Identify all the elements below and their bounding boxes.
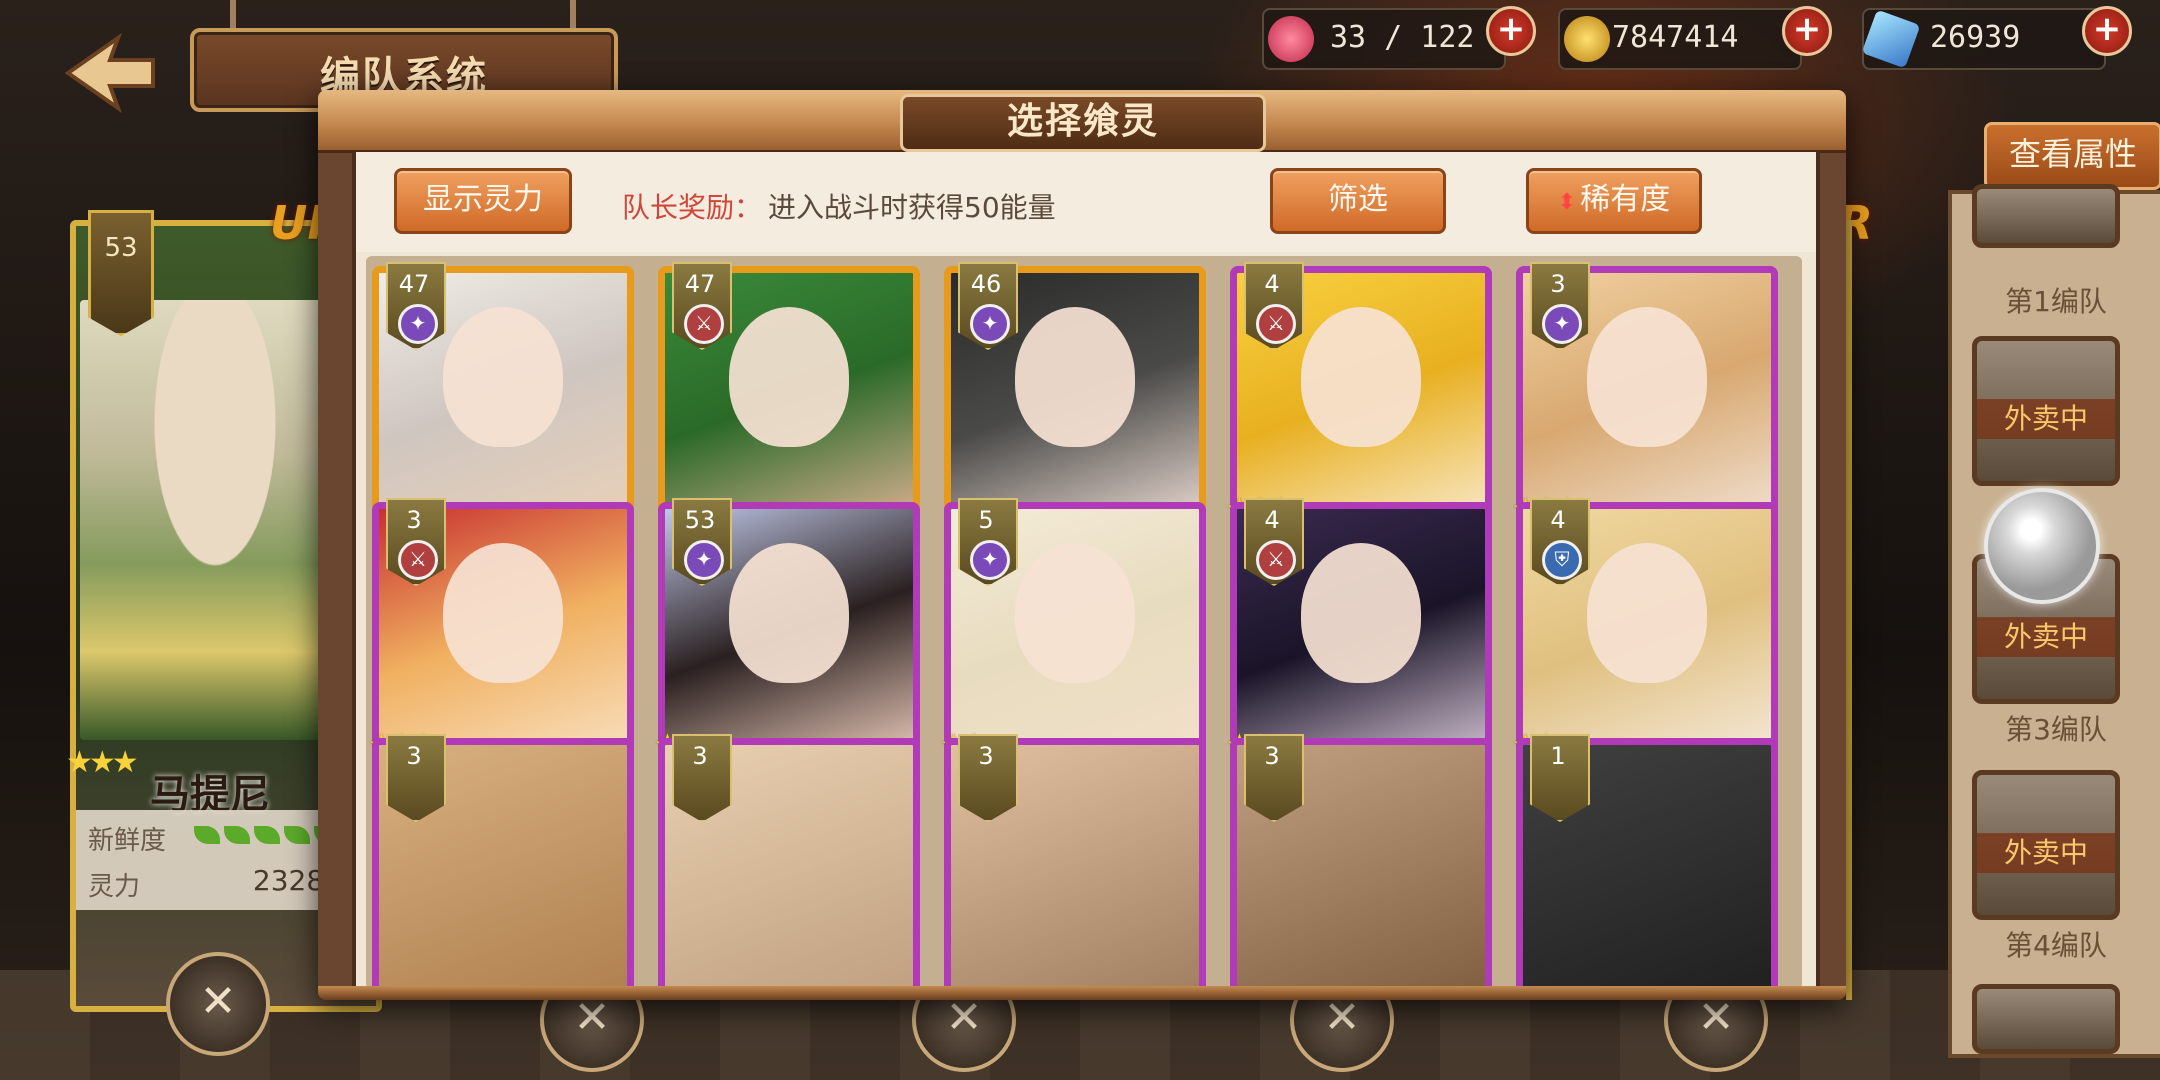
character-face xyxy=(1587,543,1707,684)
hearts-value: 33 / 122 xyxy=(1330,20,1475,55)
back-arrow-icon xyxy=(64,32,155,114)
magic-type-icon: ✦ xyxy=(398,304,438,344)
team-label-3: 第3编队 xyxy=(2005,713,2107,746)
add-crystal-button[interactable]: + xyxy=(2082,6,2132,56)
team-label-4: 第4编队 xyxy=(2005,929,2107,962)
team-slot-2[interactable]: 外卖中 xyxy=(1972,336,2120,486)
magic-type-icon: ✦ xyxy=(970,304,1010,344)
freshness-label: 新鲜度 xyxy=(88,826,167,856)
attack-type-icon: ⚔ xyxy=(684,304,724,344)
hero-level: 53 xyxy=(104,233,138,263)
crystal-value: 26939 xyxy=(1930,20,2021,55)
character-level: 3 xyxy=(1550,270,1566,298)
heart-icon xyxy=(1268,16,1314,62)
character-face xyxy=(443,307,563,448)
view-properties-button[interactable]: 查看属性 xyxy=(1984,122,2160,190)
leaf-icon xyxy=(224,826,250,844)
character-level: 5 xyxy=(978,506,994,534)
character-level: 47 xyxy=(684,270,716,298)
character-card[interactable]: 3 xyxy=(372,734,634,990)
magic-type-icon: ✦ xyxy=(970,540,1010,580)
character-level: 53 xyxy=(684,506,716,534)
back-button[interactable] xyxy=(48,28,168,118)
character-level: 3 xyxy=(1264,742,1280,770)
add-gold-button[interactable]: + xyxy=(1782,6,1832,56)
attack-type-icon: ⚔ xyxy=(398,540,438,580)
team-sidebar: 第1编队 外卖中 外卖中 第3编队 外卖中 第4编队 xyxy=(1948,184,2160,1058)
show-power-button[interactable]: 显示灵力 xyxy=(394,168,572,234)
dialog-body: 显示灵力 队长奖励： 进入战斗时获得50能量 筛选 ⬍稀有度 47✦龙须酥47⚔… xyxy=(352,152,1820,990)
gold-value: 7847414 xyxy=(1612,20,1739,55)
character-card[interactable]: 3 xyxy=(1230,734,1492,990)
team-slot-1[interactable] xyxy=(1972,184,2120,248)
character-face xyxy=(1587,307,1707,448)
leaf-icon xyxy=(194,826,220,844)
character-face xyxy=(1301,543,1421,684)
dialog-frame-bottom xyxy=(318,986,1846,1000)
hearts-resource: 33 / 122 xyxy=(1262,8,1506,70)
team-status: 外卖中 xyxy=(1977,833,2115,873)
team-slot-5[interactable] xyxy=(1972,984,2120,1054)
character-level: 4 xyxy=(1264,506,1280,534)
fork-knife-icon[interactable]: ✕ xyxy=(166,952,270,1056)
character-card[interactable]: 1 xyxy=(1516,734,1778,990)
leader-bonus-text: 进入战斗时获得50能量 xyxy=(768,191,1056,224)
attack-type-icon: ⚔ xyxy=(1256,304,1296,344)
character-face xyxy=(1015,307,1135,448)
magic-type-icon: ✦ xyxy=(684,540,724,580)
add-hearts-button[interactable]: + xyxy=(1486,6,1536,56)
rarity-sort-label: 稀有度 xyxy=(1580,182,1671,217)
character-level: 3 xyxy=(406,742,422,770)
character-card[interactable]: 3 xyxy=(944,734,1206,990)
dialog-header: 选择飨灵 xyxy=(318,90,1846,153)
rarity-sort-button[interactable]: ⬍ 稀有度 xyxy=(1526,168,1702,234)
character-level: 1 xyxy=(1550,742,1566,770)
dialog-title: 选择飨灵 xyxy=(900,94,1266,152)
team-slot-4[interactable]: 外卖中 xyxy=(1972,770,2120,920)
team-label-1: 第1编队 xyxy=(2005,285,2107,318)
gold-coin-icon xyxy=(1564,16,1610,62)
character-level: 4 xyxy=(1264,270,1280,298)
character-card[interactable]: 3 xyxy=(658,734,920,990)
hero-stars: ★★★ xyxy=(66,745,139,780)
character-face xyxy=(1301,307,1421,448)
leaf-icon xyxy=(254,826,280,844)
dialog-toolbar: 显示灵力 队长奖励： 进入战斗时获得50能量 筛选 ⬍ 稀有度 xyxy=(356,152,1816,252)
character-level: 46 xyxy=(970,270,1002,298)
team-status: 外卖中 xyxy=(1977,617,2115,657)
crystal-icon xyxy=(1861,9,1921,69)
character-face xyxy=(1015,543,1135,684)
leader-bonus-label: 队长奖励： xyxy=(622,191,763,224)
crystal-resource: 26939 xyxy=(1861,8,2106,70)
power-label: 灵力 xyxy=(88,872,141,902)
character-face xyxy=(443,543,563,684)
character-level: 3 xyxy=(406,506,422,534)
sort-arrows-icon: ⬍ xyxy=(1557,190,1577,215)
character-level: 4 xyxy=(1550,506,1566,534)
magic-type-icon: ✦ xyxy=(1542,304,1582,344)
character-face xyxy=(729,543,849,684)
hero-stats: 新鲜度 灵力 23282 xyxy=(76,810,356,910)
defense-type-icon: ⛨ xyxy=(1542,540,1582,580)
character-grid: 47✦龙须酥47⚔竹筒饭46✦烧仙草4⚔★★★芒果布丁3✦★★★日式冷荞麦面3⚔… xyxy=(366,256,1802,990)
hero-level-ribbon: 53 xyxy=(88,210,154,336)
character-level: 3 xyxy=(692,742,708,770)
character-face xyxy=(729,307,849,448)
character-level: 47 xyxy=(398,270,430,298)
team-status: 外卖中 xyxy=(1977,399,2115,439)
leaf-icon xyxy=(284,826,310,844)
hero-portrait xyxy=(80,300,350,740)
filter-button[interactable]: 筛选 xyxy=(1270,168,1446,234)
gold-resource: 7847414 xyxy=(1558,8,1802,70)
select-character-dialog: 选择飨灵 显示灵力 队长奖励： 进入战斗时获得50能量 筛选 ⬍稀有度 47✦龙… xyxy=(318,90,1846,1000)
right-panel-border xyxy=(1846,220,1852,1000)
character-level: 3 xyxy=(978,742,994,770)
attack-type-icon: ⚔ xyxy=(1256,540,1296,580)
floating-assist-button[interactable] xyxy=(1984,488,2100,604)
